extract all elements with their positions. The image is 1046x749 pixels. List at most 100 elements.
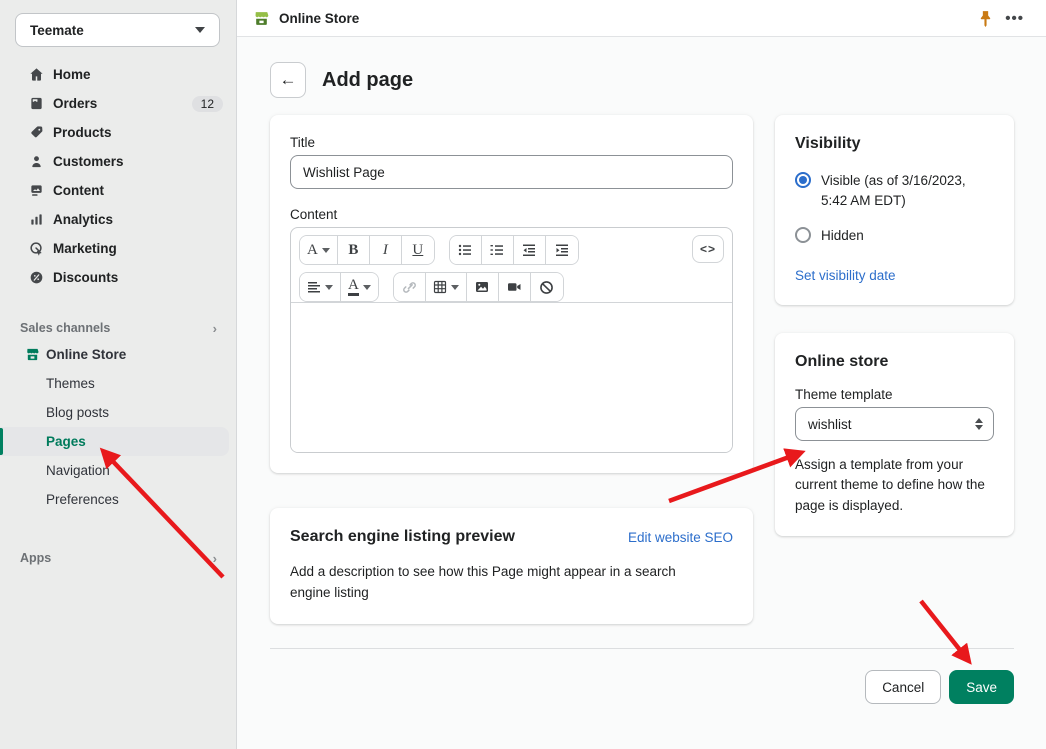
clear-formatting-button[interactable]	[531, 273, 563, 301]
sidebar-item-label: Content	[53, 183, 104, 198]
sidebar-item-content[interactable]: Content	[0, 176, 237, 205]
pin-button[interactable]	[972, 6, 999, 31]
outdent-button[interactable]	[514, 236, 546, 264]
sidebar-item-marketing[interactable]: Marketing	[0, 234, 237, 263]
primary-nav: Home Orders 12 Products Customers	[0, 60, 237, 570]
sidebar-item-label: Customers	[53, 154, 124, 169]
app-frame: Teemate Home Orders 12 Produ	[0, 0, 1046, 749]
main-content: ← Add page Title Content A B I U	[237, 37, 1046, 749]
sidebar-item-navigation[interactable]: Navigation	[0, 456, 237, 485]
orders-count-badge: 12	[192, 96, 223, 112]
indent-icon	[555, 243, 569, 257]
chevron-down-icon	[325, 285, 333, 290]
sales-channels-header[interactable]: Sales channels ›	[0, 316, 237, 340]
sidebar-item-label: Orders	[53, 96, 97, 111]
theme-template-value: wishlist	[808, 417, 852, 432]
sidebar-item-label: Home	[53, 67, 91, 82]
visibility-option-visible[interactable]: Visible (as of 3/16/2023, 5:42 AM EDT)	[795, 171, 994, 210]
sidebar-item-products[interactable]: Products	[0, 118, 237, 147]
outdent-icon	[522, 243, 536, 257]
cancel-button[interactable]: Cancel	[865, 670, 941, 704]
sidebar-item-online-store[interactable]: Online Store	[0, 340, 237, 369]
show-html-button[interactable]: <>	[692, 235, 724, 263]
numbered-list-button[interactable]	[482, 236, 514, 264]
visibility-card-title: Visibility	[795, 135, 994, 153]
edit-website-seo-link[interactable]: Edit website SEO	[628, 530, 733, 545]
align-left-icon	[307, 280, 321, 294]
page-header: ← Add page	[270, 62, 413, 98]
insert-link-button[interactable]	[394, 273, 426, 301]
sales-channels-label: Sales channels	[20, 321, 110, 335]
content-icon	[28, 183, 44, 199]
font-glyph: A	[307, 242, 318, 259]
chevron-down-icon	[195, 27, 205, 33]
underline-button[interactable]: U	[402, 236, 434, 264]
sidebar-item-label: Preferences	[46, 492, 119, 507]
discounts-icon	[28, 270, 44, 286]
customers-icon	[28, 154, 44, 170]
theme-template-label: Theme template	[795, 387, 994, 402]
editor-content-area[interactable]	[291, 302, 732, 452]
visibility-option-hidden[interactable]: Hidden	[795, 226, 994, 246]
title-input[interactable]	[290, 155, 733, 189]
radio-unselected-icon[interactable]	[795, 227, 811, 243]
sidebar-item-themes[interactable]: Themes	[0, 369, 237, 398]
sidebar-item-label: Blog posts	[46, 405, 109, 420]
marketing-icon	[28, 241, 44, 257]
footer-divider	[270, 648, 1014, 649]
editor-toolbar-row-1: A B I U	[291, 228, 732, 265]
pin-icon	[978, 10, 993, 27]
sidebar-item-label: Products	[53, 125, 112, 140]
back-button[interactable]: ←	[270, 62, 306, 98]
sidebar-item-blog-posts[interactable]: Blog posts	[0, 398, 237, 427]
store-switcher-button[interactable]: Teemate	[15, 13, 220, 47]
sidebar-item-discounts[interactable]: Discounts	[0, 263, 237, 292]
bold-button[interactable]: B	[338, 236, 370, 264]
text-color-button[interactable]: A	[341, 273, 378, 301]
set-visibility-date-link[interactable]: Set visibility date	[795, 268, 896, 283]
topbar-title: Online Store	[279, 11, 359, 26]
sidebar-item-preferences[interactable]: Preferences	[0, 485, 237, 514]
visibility-card: Visibility Visible (as of 3/16/2023, 5:4…	[775, 115, 1014, 305]
online-store-description: Assign a template from your current them…	[795, 455, 994, 516]
chevron-down-icon	[363, 285, 371, 290]
sidebar-item-label: Themes	[46, 376, 95, 391]
insert-group	[393, 272, 564, 302]
italic-button[interactable]: I	[370, 236, 402, 264]
bold-glyph: B	[348, 242, 358, 259]
apps-header[interactable]: Apps ›	[0, 546, 237, 570]
storefront-icon	[253, 10, 270, 27]
sidebar-item-label: Analytics	[53, 212, 113, 227]
seo-description: Add a description to see how this Page m…	[290, 562, 720, 604]
sidebar-item-home[interactable]: Home	[0, 60, 237, 89]
bulleted-list-button[interactable]	[450, 236, 482, 264]
indent-button[interactable]	[546, 236, 578, 264]
store-name: Teemate	[30, 23, 84, 38]
sidebar-item-customers[interactable]: Customers	[0, 147, 237, 176]
alignment-button[interactable]	[300, 273, 341, 301]
sidebar-item-label: Online Store	[46, 347, 126, 362]
font-style-button[interactable]: A	[300, 236, 338, 264]
theme-template-select[interactable]: wishlist	[795, 407, 994, 441]
chevron-right-icon: ›	[213, 551, 217, 566]
sidebar-item-label: Discounts	[53, 270, 118, 285]
footer-actions: Cancel Save	[270, 670, 1014, 704]
save-button[interactable]: Save	[949, 670, 1014, 704]
insert-video-button[interactable]	[499, 273, 531, 301]
page-title: Add page	[322, 69, 413, 92]
image-icon	[475, 280, 489, 294]
italic-glyph: I	[383, 242, 388, 259]
sidebar-item-analytics[interactable]: Analytics	[0, 205, 237, 234]
sidebar-item-orders[interactable]: Orders 12	[0, 89, 237, 118]
sidebar-item-pages[interactable]: Pages	[0, 427, 229, 456]
radio-selected-icon[interactable]	[795, 172, 811, 188]
sidebar-item-label: Pages	[46, 434, 86, 449]
more-options-button[interactable]: •••	[999, 6, 1030, 31]
insert-table-button[interactable]	[426, 273, 467, 301]
video-icon	[507, 280, 522, 294]
seo-card: Search engine listing preview Edit websi…	[270, 508, 753, 624]
storefront-icon	[24, 347, 40, 363]
analytics-icon	[28, 212, 44, 228]
seo-card-title: Search engine listing preview	[290, 528, 515, 546]
insert-image-button[interactable]	[467, 273, 499, 301]
